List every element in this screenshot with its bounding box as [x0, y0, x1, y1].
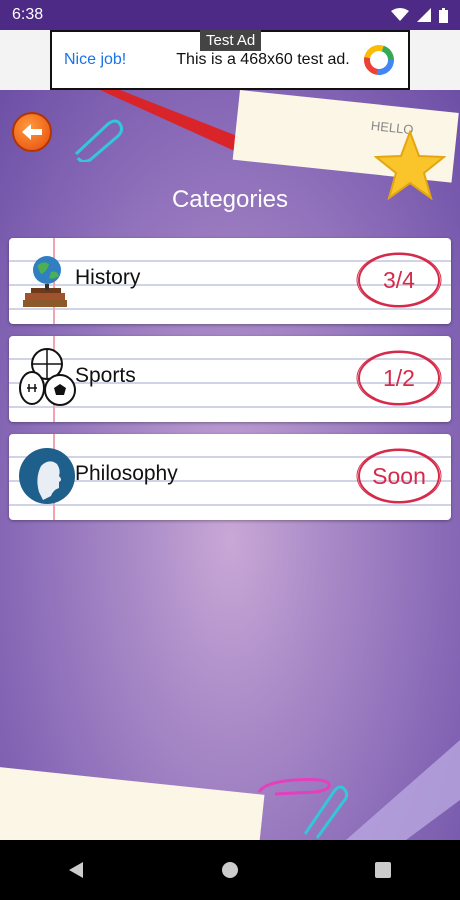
arrow-left-icon [22, 124, 42, 140]
bottom-paperclips-decoration [257, 778, 349, 839]
paperclip-decoration [74, 119, 124, 162]
globe-books-icon [23, 256, 67, 307]
battery-icon [439, 7, 448, 23]
sports-balls-icon [19, 348, 76, 406]
ruler-decoration [346, 740, 460, 840]
wifi-icon [391, 8, 409, 21]
status-bar: 6:38 [0, 0, 460, 30]
page-title: Categories [171, 186, 289, 213]
progress-text: 1/2 [383, 364, 415, 391]
philosopher-head-icon [19, 448, 75, 504]
category-card-sports[interactable]: Sports 1/2 [9, 336, 451, 422]
category-label: Sports [75, 364, 136, 387]
ad-text: This is a 468x60 test ad. [176, 51, 350, 68]
signal-icon [417, 8, 431, 22]
category-label: History [75, 266, 141, 289]
test-ad-tag: Test Ad [200, 30, 262, 51]
recents-nav-icon[interactable] [373, 860, 393, 880]
bottom-notebook-decoration [0, 765, 265, 840]
category-card-history[interactable]: History 3/4 [9, 238, 451, 324]
navigation-bar [0, 840, 460, 900]
ad-nice-text: Nice job! [64, 51, 127, 68]
category-label: Philosophy [75, 462, 178, 485]
progress-text: 3/4 [383, 266, 415, 293]
status-time: 6:38 [12, 6, 44, 23]
home-nav-icon[interactable] [220, 860, 240, 880]
ad-logo-icon [364, 45, 394, 75]
progress-text: Soon [372, 462, 426, 489]
back-button[interactable] [12, 112, 52, 152]
main-area: HELLO Categories History 3/4 Sports 1/2 … [0, 90, 460, 840]
status-icons [391, 7, 448, 23]
back-nav-icon[interactable] [67, 860, 87, 880]
category-card-philosophy[interactable]: Philosophy Soon [9, 434, 451, 520]
